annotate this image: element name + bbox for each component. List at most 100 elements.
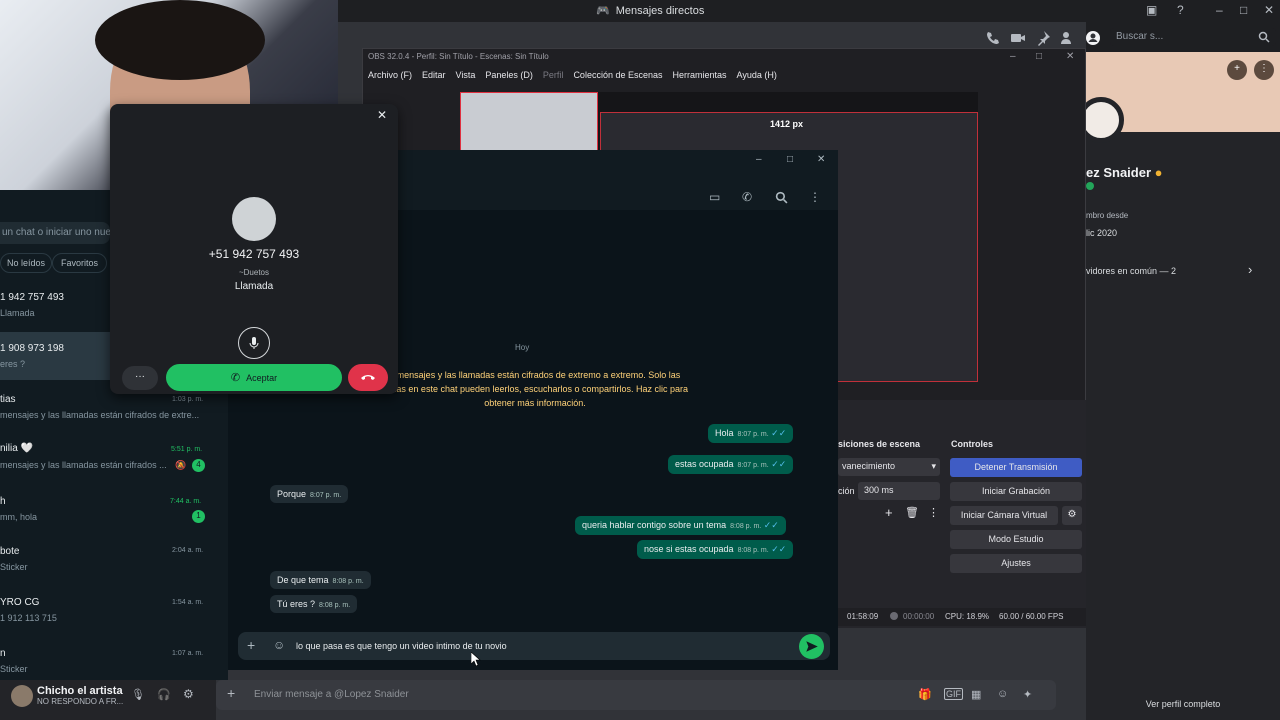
list-item[interactable]: h 7:44 a. m. mm, hola 1 [0,488,220,536]
headphones-icon[interactable]: 🎧 [157,688,171,701]
profile-panel [1086,52,1280,720]
obs-maximize-icon[interactable]: □ [1036,51,1042,62]
gift-icon[interactable]: 🎁 [918,688,932,701]
discord-window-title: 🎮 Mensajes directos [596,4,705,18]
wa-close-icon[interactable]: ✕ [817,154,825,165]
video-call-icon[interactable]: ▭ [709,190,720,204]
filter-unread[interactable]: No leídos [0,253,53,273]
voice-call-icon[interactable]: ✆ [742,190,752,204]
list-item[interactable]: 1 942 757 493 Llamada [0,282,110,330]
record-dot-icon [890,612,898,620]
message-bubble: De que tema 8:08 p. m. [270,571,371,589]
webcam-source-selection[interactable] [460,92,598,152]
add-transition-icon[interactable]: + [885,505,893,520]
obs-title: OBS 32.0.4 - Perfil: Sin Título - Escena… [368,52,549,61]
obs-menu-item[interactable]: Colección de Escenas [573,70,662,80]
obs-menu-item[interactable]: Archivo (F) [368,70,412,80]
decline-call-button[interactable] [348,364,388,391]
search-icon[interactable] [775,191,788,204]
message-bubble: Hola 8:07 p. m. ✓✓ [708,424,794,443]
list-item[interactable]: nilia 🤍 5:51 p. m. mensajes y las llamad… [0,436,220,484]
search-input[interactable]: Buscar s... [1110,28,1276,46]
attach-plus-icon[interactable]: + [247,637,255,653]
stop-streaming-button[interactable]: Detener Transmisión [950,458,1082,477]
call-icon[interactable] [985,30,1001,46]
avatar[interactable] [11,685,33,707]
filter-favorites[interactable]: Favoritos [52,253,108,273]
close-icon[interactable]: ✕ [377,108,387,122]
caller-number: +51 942 757 493 [208,247,300,261]
discord-logo-icon: 🎮 [596,5,610,17]
more-options-icon[interactable]: ⋮ [928,506,939,519]
sticker-icon[interactable]: ☺ [273,638,285,652]
delete-icon[interactable]: 🗑 [905,506,919,519]
search-icon [1258,31,1270,43]
chevron-right-icon: › [1248,262,1253,277]
obs-menu-item[interactable]: Ayuda (H) [737,70,777,80]
accept-call-button[interactable]: ✆ Aceptar [166,364,342,391]
more-options-button[interactable]: ··· [122,366,158,390]
microphone-button[interactable] [238,327,270,359]
person-hair [95,0,265,80]
mutual-servers-link[interactable]: vidores en común — 2 [1086,266,1176,276]
search-input[interactable]: un chat o iniciar uno nue [0,222,110,244]
start-virtual-camera-button[interactable]: Iniciar Cámara Virtual [950,506,1058,525]
mouse-cursor-icon [471,652,481,666]
send-icon[interactable] [799,634,824,659]
minimize-icon[interactable]: – [1216,3,1223,17]
view-full-profile-link[interactable]: Ver perfil completo [1086,690,1280,720]
attach-plus-icon[interactable]: + [227,685,235,701]
more-options-icon[interactable]: ⋮ [1254,60,1274,80]
add-friend-icon[interactable] [1060,30,1076,46]
wa-minimize-icon[interactable]: – [756,154,762,165]
menu-icon[interactable]: ⋮ [809,190,821,204]
sticker-icon[interactable]: ▦ [971,688,981,701]
message-bubble: nose si estas ocupada 8:08 p. m. ✓✓ [637,540,794,559]
start-recording-button[interactable]: Iniciar Grabación [950,482,1082,501]
obs-menu-item[interactable]: Vista [456,70,476,80]
video-icon[interactable] [1010,30,1026,46]
duration-input[interactable]: 300 ms [858,482,940,500]
maximize-icon[interactable]: □ [1240,3,1247,17]
hang-up-icon [361,375,375,380]
user-profile-icon[interactable] [1085,30,1101,46]
obs-close-icon[interactable]: ✕ [1066,51,1074,62]
add-friend-button[interactable]: + [1227,60,1247,80]
virtual-camera-settings-icon[interactable]: ⚙ [1062,506,1082,525]
pin-icon[interactable] [1035,30,1051,46]
gif-icon[interactable]: GIF [944,688,963,700]
close-icon[interactable]: ✕ [1264,3,1274,17]
encryption-notice[interactable]: s mensajes y las llamadas están cifrados… [380,368,690,410]
obs-minimize-icon[interactable]: – [1010,51,1016,62]
message-bubble: queria hablar contigo sobre un tema 8:08 … [575,516,786,535]
microphone-icon[interactable]: 🎙 [131,688,145,701]
settings-button[interactable]: Ajustes [950,554,1082,573]
record-time: 00:00:00 [903,612,935,621]
list-item[interactable]: bote 2:04 a. m. Sticker [0,540,220,588]
transitions-dock-title: siciones de escena [838,439,921,449]
obs-menu-item[interactable]: Editar [422,70,446,80]
wa-maximize-icon[interactable]: □ [787,154,793,165]
list-item[interactable]: YRO CG 1:54 a. m. 1 912 113 715 [0,592,220,640]
online-status-dot [1086,182,1094,190]
microphone-icon [249,337,259,349]
message-placeholder: Enviar mensaje a @Lopez Snaider [254,689,409,700]
emoji-icon[interactable]: ☺ [997,688,1008,700]
caller-avatar [232,197,276,241]
inbox-icon[interactable]: ▣ [1146,3,1157,17]
list-item[interactable]: 1 908 973 198 eres ? [0,332,110,380]
obs-menu-item[interactable]: Paneles (D) [485,70,533,80]
list-item[interactable]: n 1:07 a. m. Sticker [0,644,220,678]
obs-statusbar: 01:58:09 00:00:00 CPU: 18.9% 60.00 / 60.… [838,608,1086,626]
settings-icon[interactable]: ⚙ [183,687,194,701]
studio-mode-button[interactable]: Modo Estudio [950,530,1082,549]
obs-menu-item[interactable]: Herramientas [673,70,727,80]
transition-select[interactable]: vanecimiento ▾ [838,458,940,476]
help-icon[interactable]: ? [1177,3,1184,17]
duration-label: ción [838,486,855,496]
member-since-label: mbro desde [1086,211,1129,220]
apps-icon[interactable]: ✦ [1023,688,1032,701]
caller-tag: ~Duetos [238,268,270,277]
stream-time: 01:58:09 [847,612,879,621]
obs-menu-item[interactable]: Perfil [543,70,564,80]
